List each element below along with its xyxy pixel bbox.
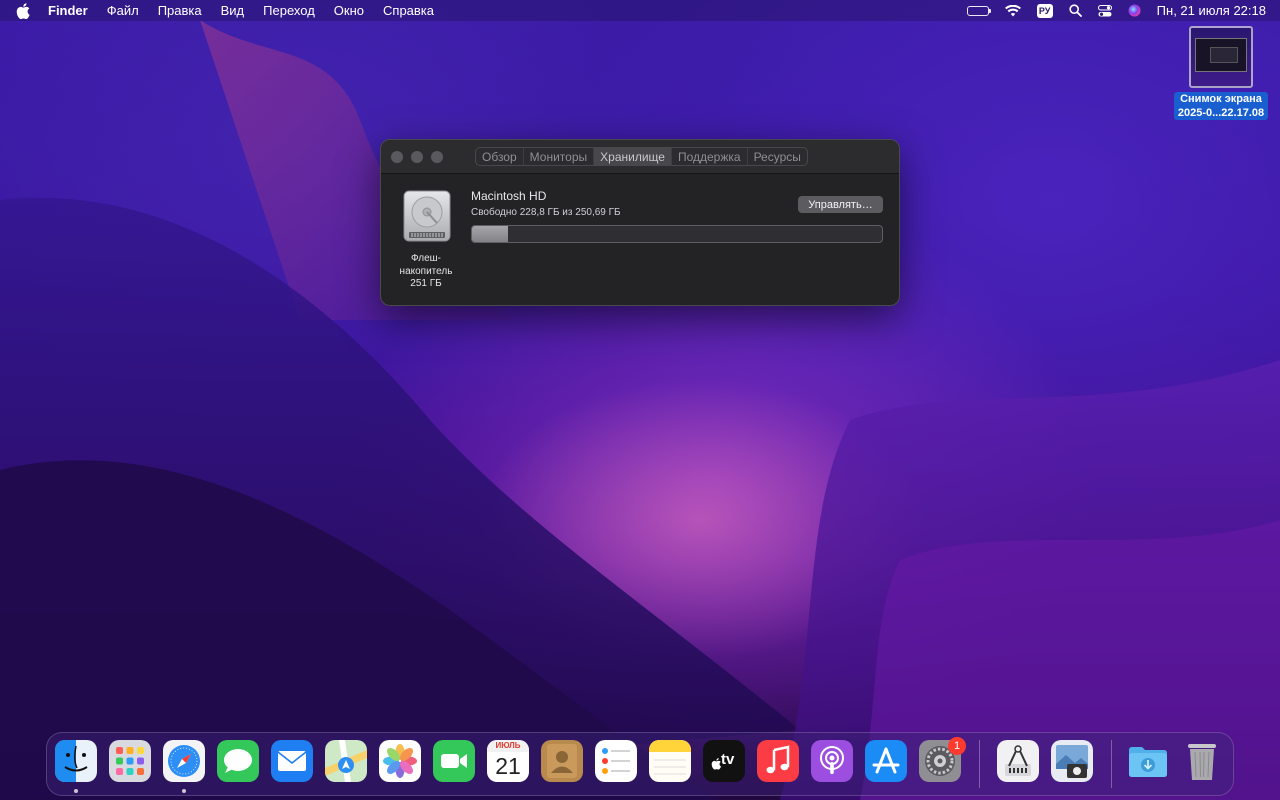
desktop-screenshot-file[interactable]: Снимок экрана 2025-0...22.17.08 xyxy=(1168,26,1274,121)
dock-facetime-icon[interactable] xyxy=(433,740,475,782)
window-titlebar: Обзор Мониторы Хранилище Поддержка Ресур… xyxy=(381,140,899,174)
tab-resources[interactable]: Ресурсы xyxy=(748,148,807,165)
input-source-icon[interactable]: РУ xyxy=(1036,3,1053,18)
about-this-mac-window: Обзор Мониторы Хранилище Поддержка Ресур… xyxy=(380,139,900,306)
storage-used-segment xyxy=(472,226,508,242)
tab-bar: Обзор Мониторы Хранилище Поддержка Ресур… xyxy=(475,147,808,166)
drive-caption: Флеш- накопитель 251 ГБ xyxy=(387,253,465,291)
file-label-line2: 2025-0...22.17.08 xyxy=(1177,107,1265,119)
dock-photos-icon[interactable] xyxy=(379,740,421,782)
tv-label: tv xyxy=(721,751,735,768)
dock-downloads-folder-icon[interactable] xyxy=(1127,740,1169,782)
menu-bar: Finder Файл Правка Вид Переход Окно Спра… xyxy=(0,0,1280,21)
menu-go[interactable]: Переход xyxy=(263,3,315,18)
dock-contacts-icon[interactable] xyxy=(541,740,583,782)
finder-running-indicator xyxy=(74,789,78,793)
hard-drive-icon xyxy=(401,190,453,244)
menu-help[interactable]: Справка xyxy=(383,3,434,18)
dock-podcasts-icon[interactable] xyxy=(811,740,853,782)
siri-icon[interactable] xyxy=(1128,4,1141,17)
file-thumbnail xyxy=(1189,26,1253,88)
storage-panel: Флеш- накопитель 251 ГБ Macintosh HD Сво… xyxy=(381,174,899,305)
control-center-icon[interactable] xyxy=(1097,4,1112,17)
drive-caption-line1: Флеш- xyxy=(410,253,442,264)
drive-caption-line2: накопитель xyxy=(399,265,453,277)
dock-messages-icon[interactable] xyxy=(217,740,259,782)
menu-file[interactable]: Файл xyxy=(107,3,139,18)
menu-app-finder[interactable]: Finder xyxy=(48,3,88,18)
tab-overview[interactable]: Обзор xyxy=(476,148,524,165)
file-label: Снимок экрана 2025-0...22.17.08 xyxy=(1173,92,1269,120)
close-window-button[interactable] xyxy=(391,151,403,163)
dock-separator-2 xyxy=(1111,740,1112,788)
dock-tv-icon[interactable]: tv xyxy=(703,740,745,782)
dock-notes-icon[interactable] xyxy=(649,740,691,782)
wifi-icon[interactable] xyxy=(1004,4,1021,17)
dock-screenshot-icon[interactable] xyxy=(997,740,1039,782)
menu-clock[interactable]: Пн, 21 июля 22:18 xyxy=(1157,3,1266,18)
dock-mail-icon[interactable] xyxy=(271,740,313,782)
drive-caption-line3: 251 ГБ xyxy=(410,278,442,289)
desktop-wallpaper xyxy=(0,0,1280,800)
minimize-window-button[interactable] xyxy=(411,151,423,163)
zoom-window-button[interactable] xyxy=(431,151,443,163)
dock-reminders-icon[interactable] xyxy=(595,740,637,782)
menu-window[interactable]: Окно xyxy=(334,3,364,18)
volume-name: Macintosh HD xyxy=(471,189,547,203)
apple-icon[interactable] xyxy=(16,2,30,19)
dock-finder-icon[interactable] xyxy=(55,740,97,782)
dock-calendar-icon[interactable]: ИЮЛЬ 21 xyxy=(487,740,529,782)
dock-safari-icon[interactable] xyxy=(163,740,205,782)
battery-icon[interactable] xyxy=(966,5,991,16)
tab-displays[interactable]: Мониторы xyxy=(524,148,595,165)
calendar-day-label: 21 xyxy=(495,753,521,779)
spotlight-icon[interactable] xyxy=(1069,4,1082,17)
dock-separator xyxy=(979,740,980,788)
dock-launchpad-icon[interactable] xyxy=(109,740,151,782)
menu-view[interactable]: Вид xyxy=(221,3,245,18)
menu-edit[interactable]: Правка xyxy=(158,3,202,18)
volume-free-space: Свободно 228,8 ГБ из 250,69 ГБ xyxy=(471,207,621,218)
tab-support[interactable]: Поддержка xyxy=(672,148,748,165)
manage-button[interactable]: Управлять… xyxy=(798,196,883,213)
dock-trash-icon[interactable] xyxy=(1181,740,1223,782)
safari-running-indicator xyxy=(182,789,186,793)
dock-app-store-icon[interactable] xyxy=(865,740,907,782)
tab-storage[interactable]: Хранилище xyxy=(594,148,672,165)
dock-preview-icon[interactable] xyxy=(1051,740,1093,782)
storage-usage-bar xyxy=(471,225,883,243)
calendar-month-label: ИЮЛЬ xyxy=(487,740,529,752)
file-label-line1: Снимок экрана xyxy=(1180,93,1262,105)
dock-music-icon[interactable] xyxy=(757,740,799,782)
system-preferences-badge: 1 xyxy=(948,737,966,755)
dock-maps-icon[interactable] xyxy=(325,740,367,782)
